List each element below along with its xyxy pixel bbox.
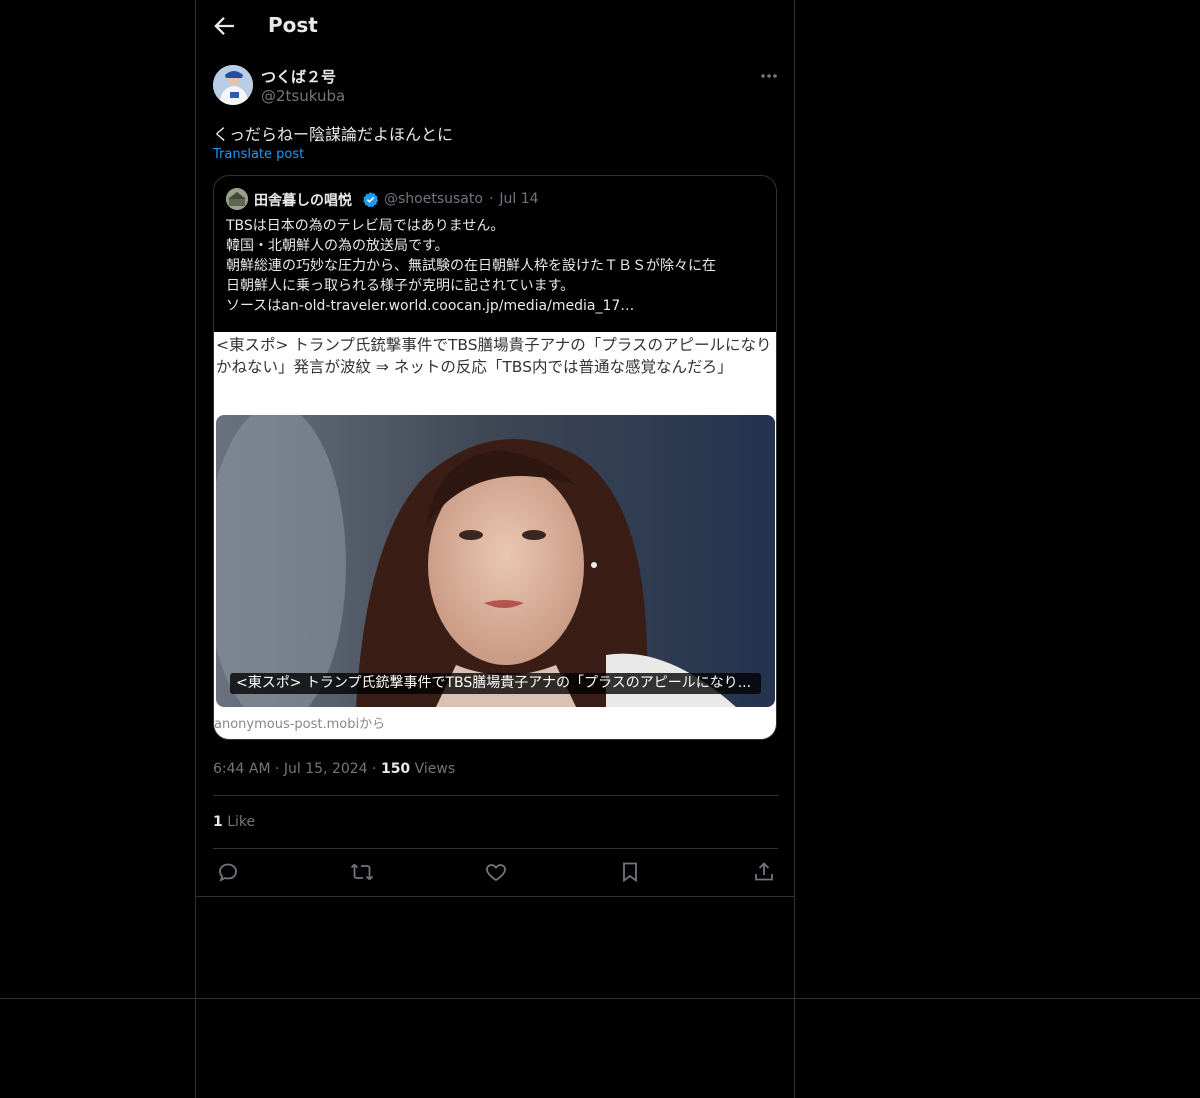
quote-text: TBSは日本の為のテレビ局ではありません。 韓国・北朝鮮人の為の放送局です。 朝… bbox=[226, 216, 766, 316]
quote-media[interactable]: <東スポ> トランプ氏銃撃事件でTBS膳場貴子アナの「プラスのアピールになりかね… bbox=[214, 332, 776, 739]
post-text: くっだらねー陰謀論だよほんとに bbox=[213, 125, 454, 144]
user-handle[interactable]: @2tsukuba bbox=[261, 87, 345, 105]
quote-text-line: 朝鮮総連の巧妙な圧力から、無試験の在日朝鮮人枠を設けたＴＢＳが除々に在 bbox=[226, 258, 716, 274]
share-icon[interactable] bbox=[752, 860, 776, 884]
quote-text-line: ソースはan-old-traveler.world.coocan.jp/medi… bbox=[226, 298, 635, 314]
page-header: Post bbox=[196, 0, 794, 53]
likes-stat[interactable]: 1 Like bbox=[213, 814, 255, 830]
meta-separator: · bbox=[372, 761, 381, 777]
divider bbox=[213, 795, 778, 796]
post-date[interactable]: Jul 15, 2024 bbox=[284, 761, 368, 777]
repost-icon[interactable] bbox=[350, 860, 374, 884]
quote-display-name[interactable]: 田舎暮しの唱悦 bbox=[254, 190, 352, 210]
link-source[interactable]: anonymous-post.mobiから bbox=[214, 713, 385, 732]
views-count: 150 bbox=[380, 761, 411, 777]
article-photo[interactable]: <東スポ> トランプ氏銃撃事件でTBS膳場貴子アナの「プラスのアピールになり..… bbox=[216, 415, 775, 707]
page-title: Post bbox=[268, 13, 318, 37]
more-horizontal-icon[interactable] bbox=[758, 68, 780, 84]
verified-badge-icon bbox=[362, 191, 379, 208]
quote-date[interactable]: Jul 14 bbox=[499, 191, 538, 207]
quote-meta: @shoetsusato · Jul 14 bbox=[384, 191, 545, 207]
heart-icon[interactable] bbox=[484, 860, 508, 884]
likes-label: Like bbox=[227, 814, 256, 830]
action-bar bbox=[196, 860, 794, 886]
quoted-post[interactable]: 田舎暮しの唱悦 @shoetsusato · Jul 14 TBSは日本の為のテレビ… bbox=[213, 175, 777, 740]
image-caption: <東スポ> トランプ氏銃撃事件でTBS膳場貴子アナの「プラスのアピールになり..… bbox=[230, 673, 761, 694]
quote-avatar[interactable] bbox=[226, 188, 248, 210]
divider bbox=[196, 896, 794, 897]
post-timestamp: 6:44 AM · Jul 15, 2024 · 150 Views bbox=[213, 761, 455, 777]
quote-text-line: 日朝鮮人に乗っ取られる様子が克明に記されています。 bbox=[226, 278, 575, 294]
post-time[interactable]: 6:44 AM bbox=[213, 761, 271, 777]
likes-count: 1 bbox=[213, 814, 223, 830]
divider bbox=[213, 848, 778, 849]
article-title: <東スポ> トランプ氏銃撃事件でTBS膳場貴子アナの「プラスのアピールになりかね… bbox=[216, 336, 772, 376]
bookmark-icon[interactable] bbox=[618, 860, 642, 884]
display-name[interactable]: つくば２号 bbox=[261, 66, 336, 87]
meta-separator: · bbox=[488, 191, 494, 207]
translate-post-link[interactable]: Translate post bbox=[213, 147, 304, 162]
views-label: Views bbox=[414, 761, 456, 777]
main-column: Post つくば２号 @2tsukuba くっだらねー陰謀論だよほんとに Tra… bbox=[195, 0, 795, 1098]
quote-handle[interactable]: @shoetsusato bbox=[384, 191, 483, 207]
quote-text-line: 韓国・北朝鮮人の為の放送局です。 bbox=[226, 238, 449, 254]
meta-separator: · bbox=[275, 761, 284, 777]
quote-text-line: TBSは日本の為のテレビ局ではありません。 bbox=[226, 218, 505, 234]
arrow-left-icon[interactable] bbox=[210, 12, 238, 40]
reply-icon[interactable] bbox=[216, 860, 240, 884]
avatar[interactable] bbox=[213, 65, 253, 105]
